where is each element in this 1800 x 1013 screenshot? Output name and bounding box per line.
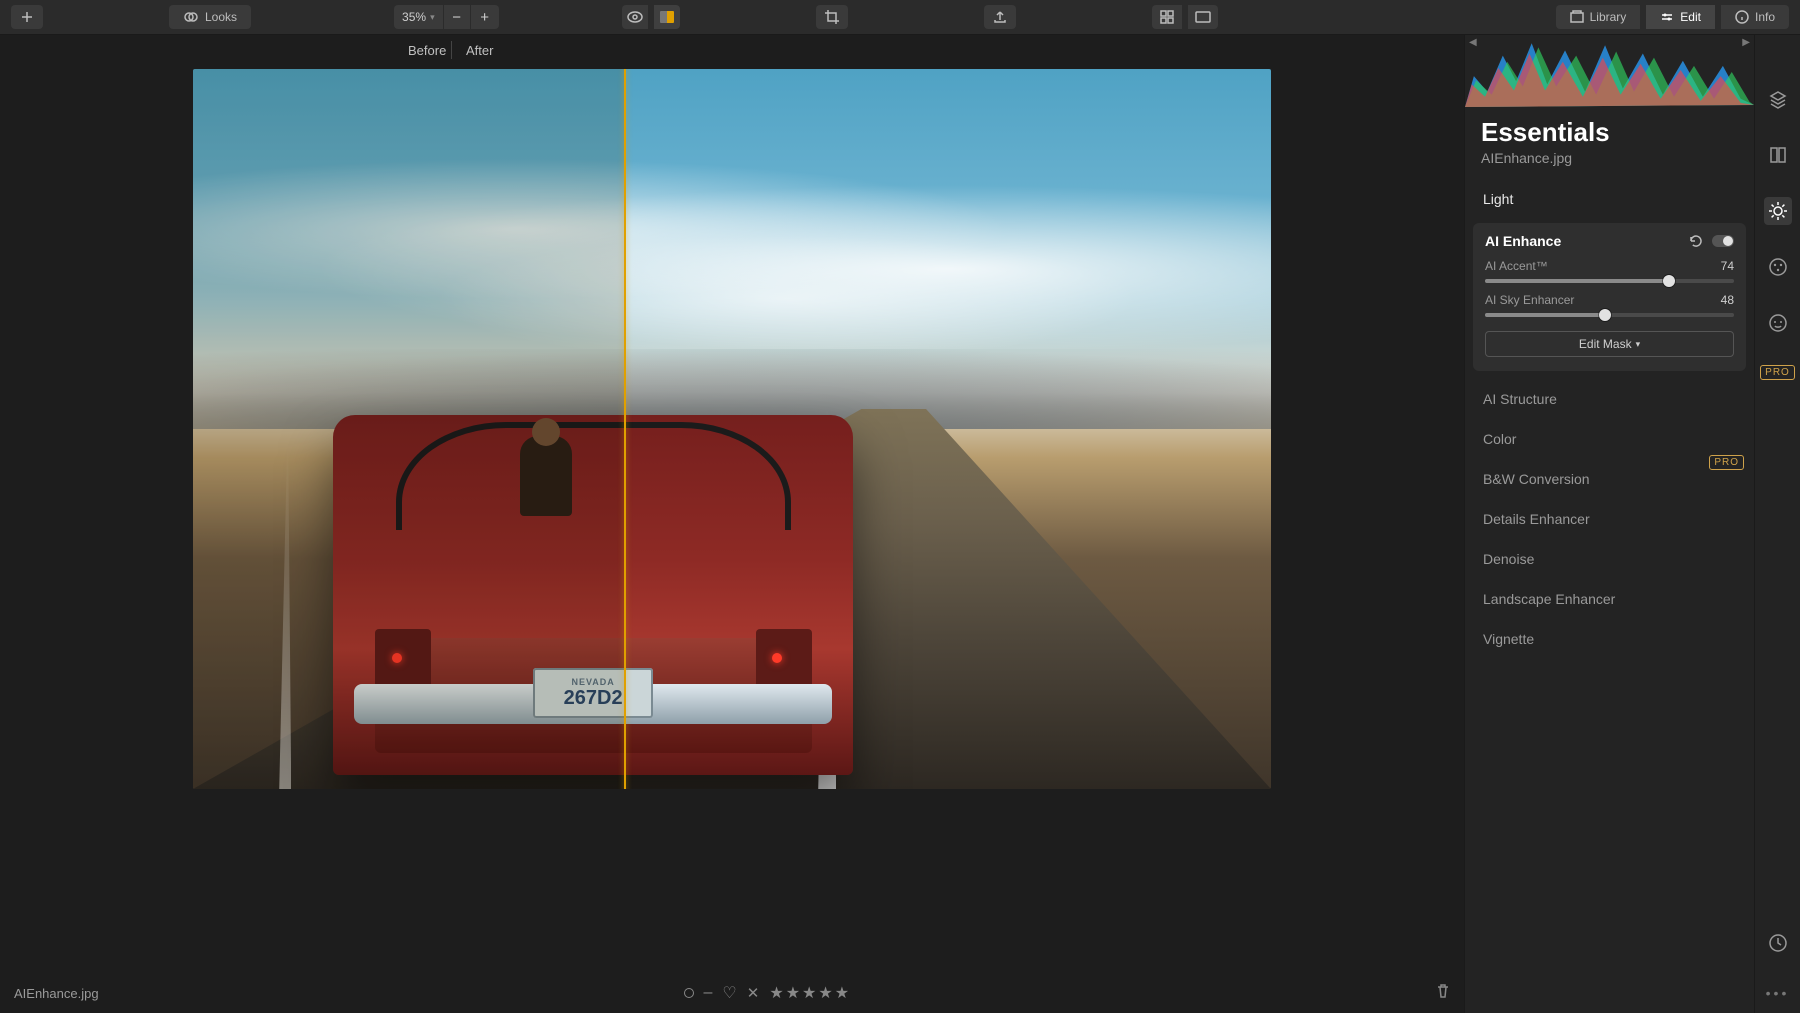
edit-mask-button[interactable]: Edit Mask ▾	[1485, 331, 1734, 357]
workspace-rail: PRO •••	[1754, 35, 1800, 1013]
tool-ai-structure-label: AI Structure	[1483, 391, 1557, 407]
chevron-down-icon: ▾	[1636, 339, 1641, 350]
looks-button[interactable]: Looks	[169, 5, 251, 29]
pro-icon[interactable]: PRO	[1760, 365, 1795, 380]
looks-label: Looks	[205, 10, 237, 24]
delete-button[interactable]	[1436, 983, 1450, 1004]
photo-driver	[520, 436, 572, 516]
tool-light[interactable]: Light	[1473, 181, 1746, 217]
photo-clouds	[193, 149, 1271, 349]
zoom-in-button[interactable]: +	[471, 5, 499, 29]
tool-landscape[interactable]: Landscape Enhancer	[1473, 581, 1746, 617]
tool-light-label: Light	[1483, 191, 1513, 207]
color-label-button[interactable]	[684, 988, 694, 998]
workspace-tabs: Library Edit Info	[1553, 5, 1792, 29]
tab-edit[interactable]: Edit	[1646, 5, 1715, 29]
reject-button[interactable]: ✕	[747, 984, 760, 1002]
ai-accent-value: 74	[1721, 259, 1734, 273]
footer-filename: AIEnhance.jpg	[14, 986, 99, 1001]
zoom-group: 35% ▾ − +	[394, 5, 499, 29]
grid-view-button[interactable]	[1152, 5, 1182, 29]
compare-split-button[interactable]	[654, 5, 680, 29]
ai-enhance-title: AI Enhance	[1485, 233, 1561, 249]
ai-enhance-header[interactable]: AI Enhance	[1485, 233, 1734, 249]
photo-lane-left	[279, 449, 291, 789]
tab-library[interactable]: Library	[1556, 5, 1641, 29]
more-icon[interactable]: •••	[1766, 985, 1790, 1001]
top-toolbar: Looks 35% ▾ − +	[0, 0, 1800, 35]
tab-info[interactable]: Info	[1721, 5, 1789, 29]
crop-button[interactable]	[816, 5, 848, 29]
plate-state: NEVADA	[571, 677, 614, 687]
canvas-footer: AIEnhance.jpg – ♡ ✕ ★★★★★	[0, 973, 1464, 1013]
ai-sky-value: 48	[1721, 293, 1734, 307]
plate-number: 267D2	[564, 687, 623, 710]
canvas-panel-icon[interactable]	[1764, 141, 1792, 169]
tool-vignette-label: Vignette	[1483, 631, 1534, 647]
before-label: Before	[408, 43, 446, 58]
edit-mask-label: Edit Mask	[1579, 337, 1632, 351]
ai-sky-slider[interactable]: AI Sky Enhancer 48	[1485, 293, 1734, 317]
tool-list: Light AI Enhance AI Accent™ 74	[1465, 177, 1754, 657]
tool-details[interactable]: Details Enhancer	[1473, 501, 1746, 537]
tool-bw[interactable]: B&W Conversion	[1473, 461, 1746, 497]
tool-denoise[interactable]: Denoise	[1473, 541, 1746, 577]
view-mode-buttons	[1149, 5, 1221, 29]
essentials-icon[interactable]	[1764, 197, 1792, 225]
favorite-button[interactable]: ♡	[722, 983, 736, 1003]
single-view-button[interactable]	[1188, 5, 1218, 29]
creative-icon[interactable]	[1764, 253, 1792, 281]
tab-info-label: Info	[1755, 10, 1775, 24]
ai-sky-label: AI Sky Enhancer	[1485, 293, 1574, 307]
photo-windshield	[396, 422, 791, 530]
canvas-area: Before After NEVADA 267D2	[0, 35, 1464, 1013]
compare-split-icon	[660, 11, 674, 23]
color-label-text: –	[704, 984, 713, 1002]
reset-icon[interactable]	[1688, 234, 1702, 248]
tool-landscape-label: Landscape Enhancer	[1483, 591, 1615, 607]
zoom-value[interactable]: 35% ▾	[394, 5, 443, 29]
portrait-icon[interactable]	[1764, 309, 1792, 337]
histogram[interactable]: ◀ ▶	[1465, 35, 1754, 107]
layers-icon[interactable]	[1764, 85, 1792, 113]
tool-vignette[interactable]: Vignette	[1473, 621, 1746, 657]
edited-photo: NEVADA 267D2	[193, 69, 1271, 789]
photo-car: NEVADA 267D2	[333, 415, 853, 775]
tool-details-label: Details Enhancer	[1483, 511, 1590, 527]
compare-mode-buttons	[619, 5, 683, 29]
image-stage[interactable]: NEVADA 267D2	[0, 65, 1464, 973]
edit-side-panel: ◀ ▶ Essentials AIEnhance.jpg Light AI En…	[1464, 35, 1754, 1013]
star-rating[interactable]: ★★★★★	[769, 983, 851, 1003]
quick-preview-button[interactable]	[622, 5, 648, 29]
before-after-labels: Before After	[0, 35, 1464, 65]
tool-color-label: Color	[1483, 431, 1516, 447]
zoom-text: 35%	[402, 10, 426, 24]
panel-filename: AIEnhance.jpg	[1465, 150, 1754, 177]
license-plate: NEVADA 267D2	[533, 668, 653, 718]
tool-bw-label: B&W Conversion	[1483, 471, 1590, 487]
ai-accent-label: AI Accent™	[1485, 259, 1548, 273]
export-button[interactable]	[984, 5, 1016, 29]
rating-bar: – ♡ ✕ ★★★★★	[684, 983, 852, 1003]
ai-enhance-toggle[interactable]	[1712, 235, 1734, 247]
main-row: Before After NEVADA 267D2	[0, 35, 1800, 1013]
before-after-divider	[451, 41, 452, 59]
tab-library-label: Library	[1590, 10, 1627, 24]
panel-title: Essentials	[1465, 107, 1754, 150]
tool-ai-enhance-card: AI Enhance AI Accent™ 74	[1473, 223, 1746, 371]
tool-ai-structure[interactable]: AI Structure	[1473, 381, 1746, 417]
tool-color[interactable]: Color	[1473, 421, 1746, 457]
zoom-out-button[interactable]: −	[443, 5, 471, 29]
ai-accent-slider[interactable]: AI Accent™ 74	[1485, 259, 1734, 283]
add-button[interactable]	[11, 5, 43, 29]
history-icon[interactable]	[1764, 929, 1792, 957]
after-label: After	[466, 43, 493, 58]
chevron-down-icon: ▾	[430, 12, 435, 23]
tool-denoise-label: Denoise	[1483, 551, 1534, 567]
tab-edit-label: Edit	[1680, 10, 1701, 24]
